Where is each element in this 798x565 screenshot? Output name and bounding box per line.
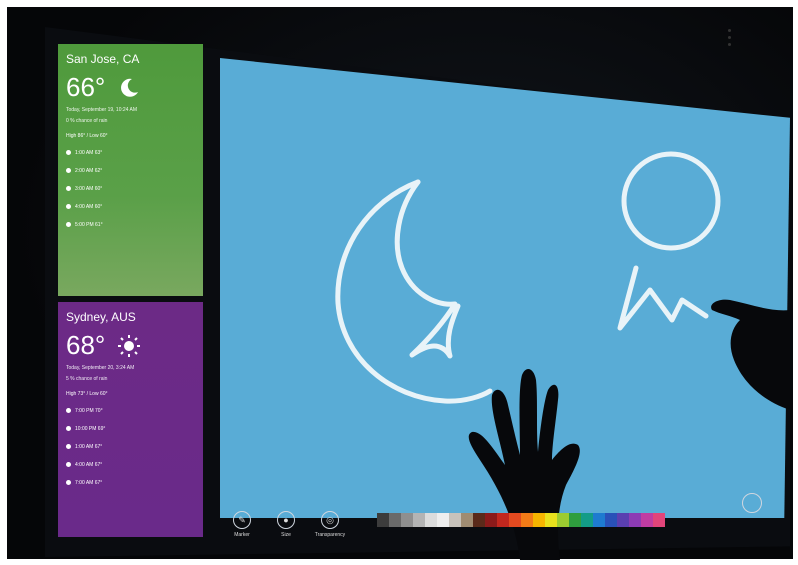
color-swatch[interactable] (461, 513, 473, 527)
color-swatch[interactable] (605, 513, 617, 527)
temperature: 68° (66, 330, 106, 360)
city-name: San Jose, CA (66, 52, 140, 66)
cloud-icon (66, 480, 71, 485)
sun-icon (118, 334, 141, 357)
sun-icon (66, 222, 71, 227)
forecast-item: 1:00 AM 63° (66, 148, 203, 157)
city-name: Sydney, AUS (66, 310, 136, 324)
size-button[interactable]: ● Size (266, 511, 306, 538)
color-swatch[interactable] (449, 513, 461, 527)
hand-silhouette-right (711, 299, 790, 410)
moon-icon (66, 426, 71, 431)
forecast-item: 7:00 PM 70° (66, 406, 203, 415)
forecast-item: 4:00 AM 60° (66, 202, 203, 211)
weather-detail-date: Today, September 19, 10:24 AM (66, 107, 138, 113)
wall-dots (728, 25, 731, 50)
color-swatch[interactable] (533, 513, 545, 527)
pen-icon: ✎ (238, 514, 246, 525)
tool-label: Transparency (314, 532, 346, 538)
marker-button[interactable]: ✎ Marker (222, 511, 262, 538)
moon-icon (66, 444, 71, 449)
tool-label: Size (281, 532, 291, 538)
moon-icon (66, 462, 71, 467)
forecast-item: 5:00 PM 61° (66, 220, 203, 229)
transparency-icon: ◎ (326, 514, 334, 525)
color-swatch[interactable] (497, 513, 509, 527)
exit-button[interactable] (742, 493, 762, 513)
color-swatch[interactable] (629, 513, 641, 527)
high-low: High 73° / Low 60° (66, 391, 108, 397)
weather-panel-sanjose[interactable]: San Jose, CA 66° Today, September 19, 10… (58, 44, 203, 296)
color-swatch[interactable] (509, 513, 521, 527)
forecast-item: 3:00 AM 60° (66, 184, 203, 193)
tool-label: Marker (234, 532, 250, 538)
color-swatch[interactable] (425, 513, 437, 527)
color-swatch[interactable] (581, 513, 593, 527)
color-swatch[interactable] (593, 513, 605, 527)
color-swatch[interactable] (617, 513, 629, 527)
forecast-item: 2:00 AM 62° (66, 166, 203, 175)
sun-drawing (621, 151, 721, 251)
color-swatch[interactable] (413, 513, 425, 527)
forecast-item: 10:00 PM 69° (66, 424, 203, 433)
forecast-item: 7:00 AM 67° (66, 478, 203, 487)
color-swatch[interactable] (569, 513, 581, 527)
moon-icon (66, 204, 71, 209)
transparency-button[interactable]: ◎ Transparency (310, 511, 350, 538)
color-swatch[interactable] (653, 513, 665, 527)
color-swatch[interactable] (401, 513, 413, 527)
color-swatch[interactable] (473, 513, 485, 527)
weather-app-column: San Jose, CA 66° Today, September 19, 10… (58, 42, 208, 542)
weather-panel-sydney[interactable]: Sydney, AUS 68° Today, September 20, 3:2… (58, 302, 203, 537)
color-swatch[interactable] (389, 513, 401, 527)
color-swatch[interactable] (437, 513, 449, 527)
photo-frame: San Jose, CA 66° Today, September 19, 10… (0, 0, 798, 565)
weather-detail-rain: 0 % chance of rain (66, 118, 108, 124)
color-swatch[interactable] (557, 513, 569, 527)
color-swatch[interactable] (545, 513, 557, 527)
size-icon: ● (283, 515, 289, 525)
color-swatch[interactable] (521, 513, 533, 527)
color-swatch[interactable] (641, 513, 653, 527)
moon-drawing-inner (394, 179, 461, 359)
moon-icon (66, 168, 71, 173)
moon-icon (121, 78, 139, 97)
color-palette (377, 513, 665, 527)
moon-icon (66, 186, 71, 191)
forecast-item: 4:00 AM 67° (66, 460, 203, 469)
weather-detail-date: Today, September 20, 3:24 AM (66, 365, 135, 371)
moon-icon (66, 408, 71, 413)
temperature: 66° (66, 72, 106, 102)
color-swatch[interactable] (377, 513, 389, 527)
weather-detail-rain: 5 % chance of rain (66, 376, 108, 382)
app-bar: ✎ Marker ● Size ◎ Transparency (222, 493, 782, 550)
moon-icon (66, 150, 71, 155)
forecast-item: 1:00 AM 67° (66, 442, 203, 451)
high-low: High 86° / Low 60° (66, 133, 108, 139)
color-swatch[interactable] (485, 513, 497, 527)
